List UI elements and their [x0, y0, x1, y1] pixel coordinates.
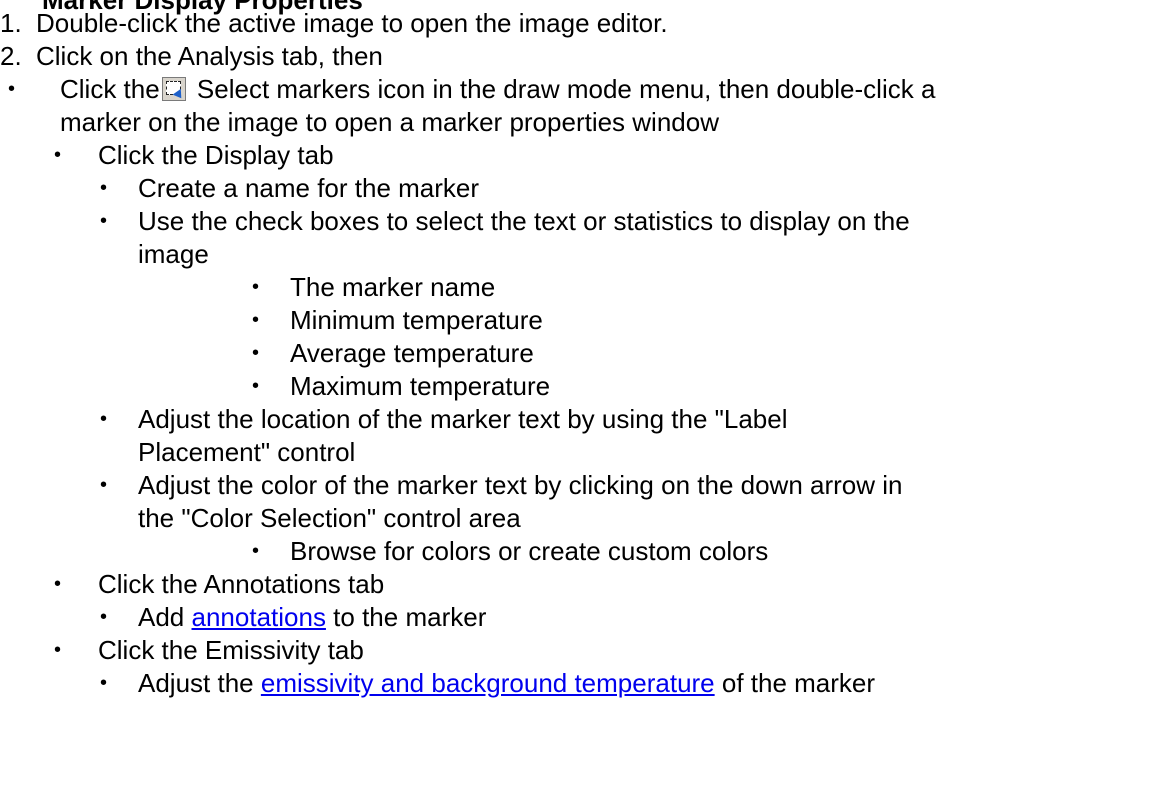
adjust-emissivity-prefix: Adjust the — [138, 668, 261, 698]
bullet: • — [252, 309, 260, 331]
placement-line2: Placement" control — [138, 437, 356, 467]
display-tab-label: Click the Display tab — [98, 140, 334, 170]
bullet: • — [252, 342, 260, 364]
step-2-number: 2. — [0, 41, 22, 71]
placement-line1: Adjust the location of the marker text b… — [138, 404, 788, 434]
bullet: • — [100, 408, 108, 430]
bullet: • — [252, 375, 260, 397]
stat-minimum: Minimum temperature — [290, 305, 543, 335]
bullet: • — [54, 639, 62, 661]
bullet: • — [8, 78, 16, 100]
step-1-text: Double-click the active image to open th… — [36, 8, 668, 38]
check-boxes-line1: Use the check boxes to select the text o… — [138, 206, 910, 236]
create-name-text: Create a name for the marker — [138, 173, 480, 203]
stat-marker-name: The marker name — [290, 272, 496, 302]
bullet: • — [252, 276, 260, 298]
step-2-text: Click on the Analysis tab, then — [36, 41, 383, 71]
color-line2: the "Color Selection" control area — [138, 503, 521, 533]
select-markers-line1: Select markers icon in the draw mode men… — [189, 74, 936, 104]
add-annotations-prefix: Add — [138, 602, 192, 632]
select-markers-line2: marker on the image to open a marker pro… — [60, 107, 719, 137]
stat-maximum: Maximum temperature — [290, 371, 551, 401]
emissivity-link[interactable]: emissivity and background temperature — [261, 668, 715, 698]
step-1-number: 1. — [0, 8, 22, 38]
select-markers-icon — [161, 77, 186, 102]
bullet: • — [54, 573, 62, 595]
bullet: • — [100, 210, 108, 232]
select-markers-prefix: Click the — [60, 74, 160, 104]
stat-average: Average temperature — [290, 338, 534, 368]
add-annotations-suffix: to the marker — [325, 602, 487, 632]
color-sub-text: Browse for colors or create custom color… — [290, 536, 769, 566]
bullet: • — [100, 177, 108, 199]
annotations-link[interactable]: annotations — [192, 602, 326, 632]
bullet: • — [54, 144, 62, 166]
color-line1: Adjust the color of the marker text by c… — [138, 470, 903, 500]
bullet: • — [100, 672, 108, 694]
check-boxes-line2: image — [138, 239, 209, 269]
emissivity-tab-label: Click the Emissivity tab — [98, 635, 364, 665]
bullet: • — [100, 474, 108, 496]
bullet: • — [252, 540, 260, 562]
annotations-tab-label: Click the Annotations tab — [98, 569, 385, 599]
adjust-emissivity-suffix: of the marker — [714, 668, 876, 698]
bullet: • — [100, 606, 108, 628]
